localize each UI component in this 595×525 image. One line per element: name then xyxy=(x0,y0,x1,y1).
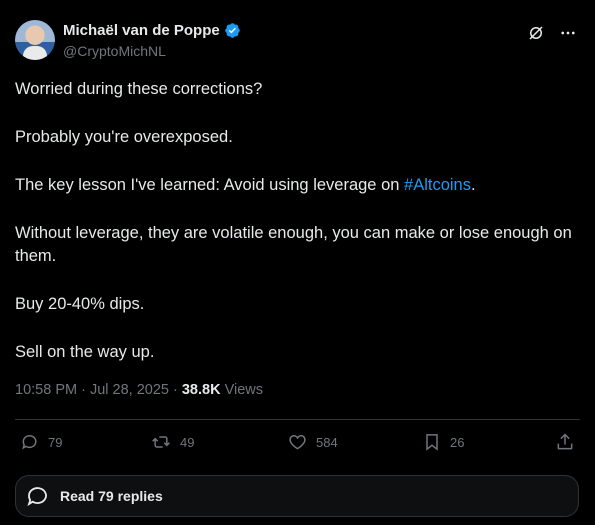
reply-button[interactable]: 79 xyxy=(20,432,62,452)
verified-badge-icon xyxy=(224,23,240,38)
reply-icon xyxy=(22,434,37,450)
tweet-text: Worried during these corrections? Probab… xyxy=(15,78,580,389)
read-replies-button[interactable]: Read 79 replies xyxy=(15,475,579,517)
grok-icon[interactable] xyxy=(527,24,545,42)
like-icon xyxy=(289,434,306,450)
bookmark-count: 26 xyxy=(450,434,465,450)
replies-bubble-icon xyxy=(27,487,47,507)
repost-icon xyxy=(152,436,170,448)
author-name[interactable]: Michaël van de Poppe xyxy=(63,22,220,39)
read-replies-label: Read 79 replies xyxy=(60,488,163,504)
tweet-line: Buy 20-40% dips. xyxy=(15,295,145,313)
tweet: Michaël van de Poppe @CryptoMichNL Worri… xyxy=(0,0,595,525)
action-bar: 79 49 584 26 xyxy=(20,432,580,454)
hashtag-link[interactable]: #Altcoins xyxy=(404,176,471,194)
views-count: 38.8K xyxy=(181,382,221,398)
share-icon xyxy=(557,433,573,450)
views-label: Views xyxy=(220,382,264,398)
top-actions xyxy=(527,24,577,42)
bookmark-icon xyxy=(426,434,438,451)
author-handle[interactable]: @CryptoMichNL xyxy=(63,43,166,59)
timestamp[interactable]: 10:58 PM · Jul 28, 2025 xyxy=(15,382,169,398)
more-icon[interactable] xyxy=(559,24,577,42)
tweet-line: The key lesson I've learned: Avoid using… xyxy=(15,174,580,197)
bookmark-button[interactable]: 26 xyxy=(422,432,464,452)
reply-count: 79 xyxy=(48,434,63,450)
tweet-text-segment: The key lesson I've learned: Avoid using… xyxy=(15,176,405,194)
divider xyxy=(15,419,580,420)
tweet-line: Worried during these corrections? xyxy=(15,80,263,98)
share-button[interactable] xyxy=(555,432,575,452)
avatar[interactable] xyxy=(15,20,55,60)
tweet-meta: 10:58 PM · Jul 28, 2025 · 38.8K Views xyxy=(15,382,263,398)
like-button[interactable]: 584 xyxy=(287,432,338,452)
tweet-line: Without leverage, they are volatile enou… xyxy=(15,224,572,265)
tweet-line: Sell on the way up. xyxy=(15,343,155,361)
tweet-line: Probably you're overexposed. xyxy=(15,128,233,146)
repost-count: 49 xyxy=(180,434,195,450)
author-row: Michaël van de Poppe xyxy=(63,22,241,39)
repost-button[interactable]: 49 xyxy=(150,432,194,452)
meta-separator: · xyxy=(168,382,182,398)
like-count: 584 xyxy=(316,434,338,450)
tweet-text-segment: . xyxy=(470,176,476,194)
